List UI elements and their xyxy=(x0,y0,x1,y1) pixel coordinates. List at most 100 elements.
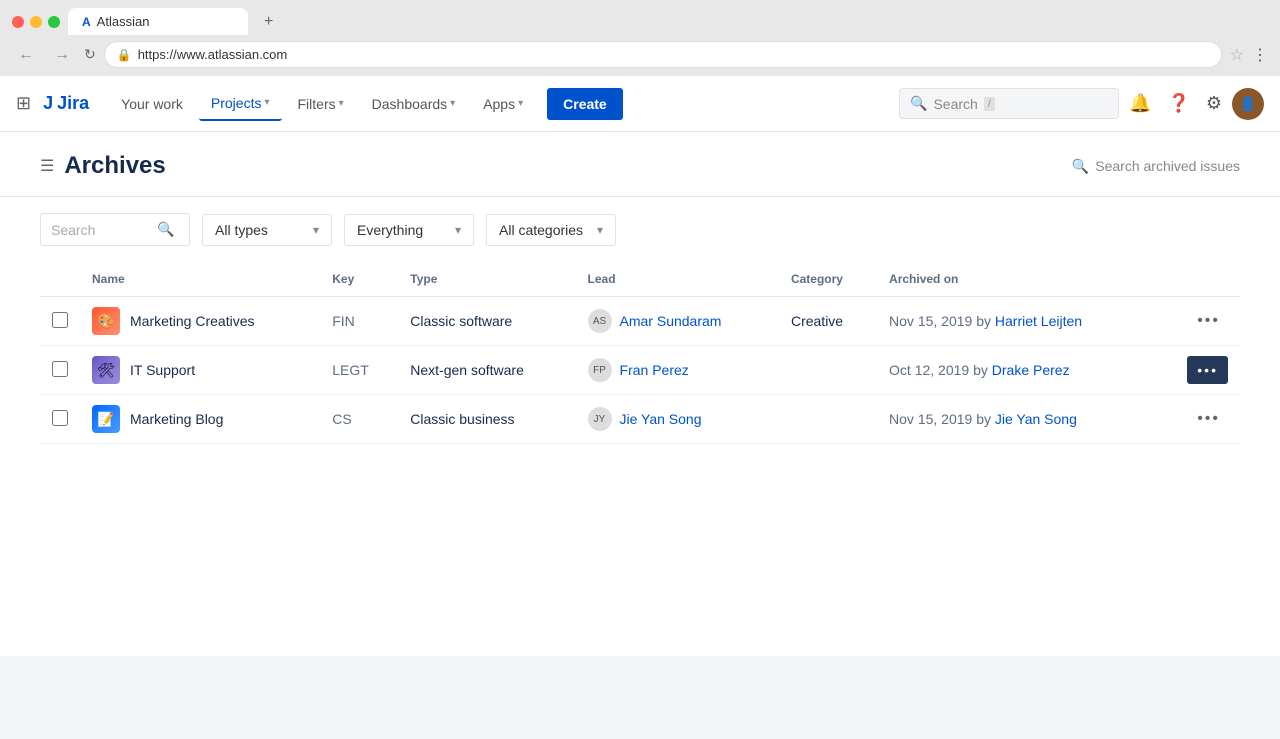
project-icon: 📝 xyxy=(92,405,120,433)
browser-menu-button[interactable]: ⋮ xyxy=(1252,45,1268,65)
project-name[interactable]: Marketing Creatives xyxy=(130,313,255,329)
page-title: Archives xyxy=(64,152,165,180)
nav-filters[interactable]: Filters ▾ xyxy=(286,88,356,120)
row-archived-on: Nov 15, 2019 by Harriet Leijten xyxy=(877,297,1157,346)
archives-table: Name Key Type Lead Category Archived on … xyxy=(40,262,1240,444)
row-name-cell: 🎨 Marketing Creatives xyxy=(80,297,320,346)
lead-name[interactable]: Jie Yan Song xyxy=(620,411,702,427)
browser-tab[interactable]: A Atlassian xyxy=(68,8,248,35)
settings-button[interactable]: ⚙ xyxy=(1200,87,1228,120)
actions-menu-button[interactable]: ••• xyxy=(1189,308,1228,334)
row-checkbox[interactable] xyxy=(52,410,68,426)
everything-caret: ▾ xyxy=(455,223,461,237)
nav-dashboards[interactable]: Dashboards ▾ xyxy=(360,88,468,120)
table-row: 🎨Marketing CreativesFINClassic softwareA… xyxy=(40,297,1240,346)
bookmark-button[interactable]: ☆ xyxy=(1230,45,1244,65)
apps-caret: ▾ xyxy=(518,98,523,109)
search-archived-icon: 🔍 xyxy=(1072,158,1089,175)
table-row: 📝 Marketing Blog CSClassic business JY Jie Y… xyxy=(40,395,1240,444)
top-nav: ⊞ J Jira Your work Projects ▾ Filters ▾ … xyxy=(0,76,1280,132)
create-button[interactable]: Create xyxy=(547,88,623,120)
back-button[interactable]: ← xyxy=(12,44,40,66)
search-archived-label: Search archived issues xyxy=(1095,158,1240,174)
row-checkbox-cell xyxy=(40,297,80,346)
url-text: https://www.atlassian.com xyxy=(138,47,288,62)
browser-titlebar: A Atlassian + xyxy=(0,0,1280,35)
projects-caret: ▾ xyxy=(264,97,269,108)
row-checkbox-cell xyxy=(40,346,80,395)
app-container: ⊞ J Jira Your work Projects ▾ Filters ▾ … xyxy=(0,76,1280,656)
row-type: Next-gen software xyxy=(398,346,575,395)
row-lead-cell: ASAmar Sundaram xyxy=(576,297,779,346)
user-avatar[interactable]: 👤 xyxy=(1232,88,1264,120)
help-button[interactable]: ❓ xyxy=(1161,87,1195,120)
row-type: Classic software xyxy=(398,297,575,346)
lead-avatar: JY xyxy=(588,407,612,431)
search-input[interactable] xyxy=(51,222,151,238)
row-key: FIN xyxy=(320,297,398,346)
project-name[interactable]: IT Support xyxy=(130,362,195,378)
col-actions xyxy=(1157,262,1240,297)
row-name-cell: 🛠 IT Support xyxy=(80,346,320,395)
all-types-dropdown[interactable]: All types ▾ xyxy=(202,214,332,246)
row-key: CS xyxy=(320,395,398,444)
archived-by-user[interactable]: Jie Yan Song xyxy=(995,411,1077,427)
col-lead: Lead xyxy=(576,262,779,297)
actions-menu-button-active[interactable]: ••• xyxy=(1187,356,1228,384)
new-tab-button[interactable]: + xyxy=(256,9,281,35)
actions-menu-button[interactable]: ••• xyxy=(1189,406,1228,432)
search-filter-icon: 🔍 xyxy=(157,221,174,238)
page-title-area: ☰ Archives xyxy=(40,152,166,180)
table-body: 🎨Marketing CreativesFINClassic softwareA… xyxy=(40,297,1240,444)
lock-icon: 🔒 xyxy=(117,48,132,62)
jira-logo-icon: J xyxy=(43,93,53,114)
browser-dots xyxy=(12,16,60,28)
nav-your-work[interactable]: Your work xyxy=(109,88,195,120)
search-archived-button[interactable]: 🔍 Search archived issues xyxy=(1072,158,1240,175)
grid-icon[interactable]: ⊞ xyxy=(16,93,31,114)
global-search-bar[interactable]: 🔍 Search / xyxy=(899,88,1119,119)
row-name-cell: 📝 Marketing Blog xyxy=(80,395,320,444)
refresh-button[interactable]: ↻ xyxy=(84,46,96,63)
filters-row: 🔍 All types ▾ Everything ▾ All categorie… xyxy=(0,197,1280,262)
row-lead-cell: JY Jie Yan Song xyxy=(576,395,779,444)
archived-by-user[interactable]: Drake Perez xyxy=(992,362,1070,378)
row-checkbox[interactable] xyxy=(52,312,68,328)
jira-logo-text: Jira xyxy=(57,93,89,114)
sidebar-toggle-icon[interactable]: ☰ xyxy=(40,156,54,176)
forward-button[interactable]: → xyxy=(48,44,76,66)
col-archived-on: Archived on xyxy=(877,262,1157,297)
browser-toolbar: ← → ↻ 🔒 https://www.atlassian.com ☆ ⋮ xyxy=(0,35,1280,76)
dashboards-caret: ▾ xyxy=(450,98,455,109)
name-search-filter[interactable]: 🔍 xyxy=(40,213,190,246)
row-category: Creative xyxy=(779,297,877,346)
nav-apps[interactable]: Apps ▾ xyxy=(471,88,535,120)
archives-table-container: Name Key Type Lead Category Archived on … xyxy=(0,262,1280,444)
project-name[interactable]: Marketing Blog xyxy=(130,411,223,427)
tab-title: Atlassian xyxy=(97,14,150,29)
all-categories-caret: ▾ xyxy=(597,223,603,237)
close-dot[interactable] xyxy=(12,16,24,28)
row-key: LEGT xyxy=(320,346,398,395)
project-icon: 🎨 xyxy=(92,307,120,335)
minimize-dot[interactable] xyxy=(30,16,42,28)
nav-projects[interactable]: Projects ▾ xyxy=(199,87,282,121)
row-type: Classic business xyxy=(398,395,575,444)
row-checkbox[interactable] xyxy=(52,361,68,377)
row-category xyxy=(779,346,877,395)
all-categories-dropdown[interactable]: All categories ▾ xyxy=(486,214,616,246)
lead-name[interactable]: Fran Perez xyxy=(620,362,689,378)
notifications-button[interactable]: 🔔 xyxy=(1123,87,1157,120)
address-bar[interactable]: 🔒 https://www.atlassian.com xyxy=(104,41,1222,68)
col-category: Category xyxy=(779,262,877,297)
everything-dropdown[interactable]: Everything ▾ xyxy=(344,214,474,246)
jira-logo[interactable]: J Jira xyxy=(43,93,89,114)
archived-by-user[interactable]: Harriet Leijten xyxy=(995,313,1082,329)
lead-name[interactable]: Amar Sundaram xyxy=(620,313,722,329)
col-name: Name xyxy=(80,262,320,297)
filters-caret: ▾ xyxy=(339,98,344,109)
maximize-dot[interactable] xyxy=(48,16,60,28)
project-icon: 🛠 xyxy=(92,356,120,384)
all-types-caret: ▾ xyxy=(313,223,319,237)
row-actions-cell: ••• xyxy=(1157,346,1240,395)
